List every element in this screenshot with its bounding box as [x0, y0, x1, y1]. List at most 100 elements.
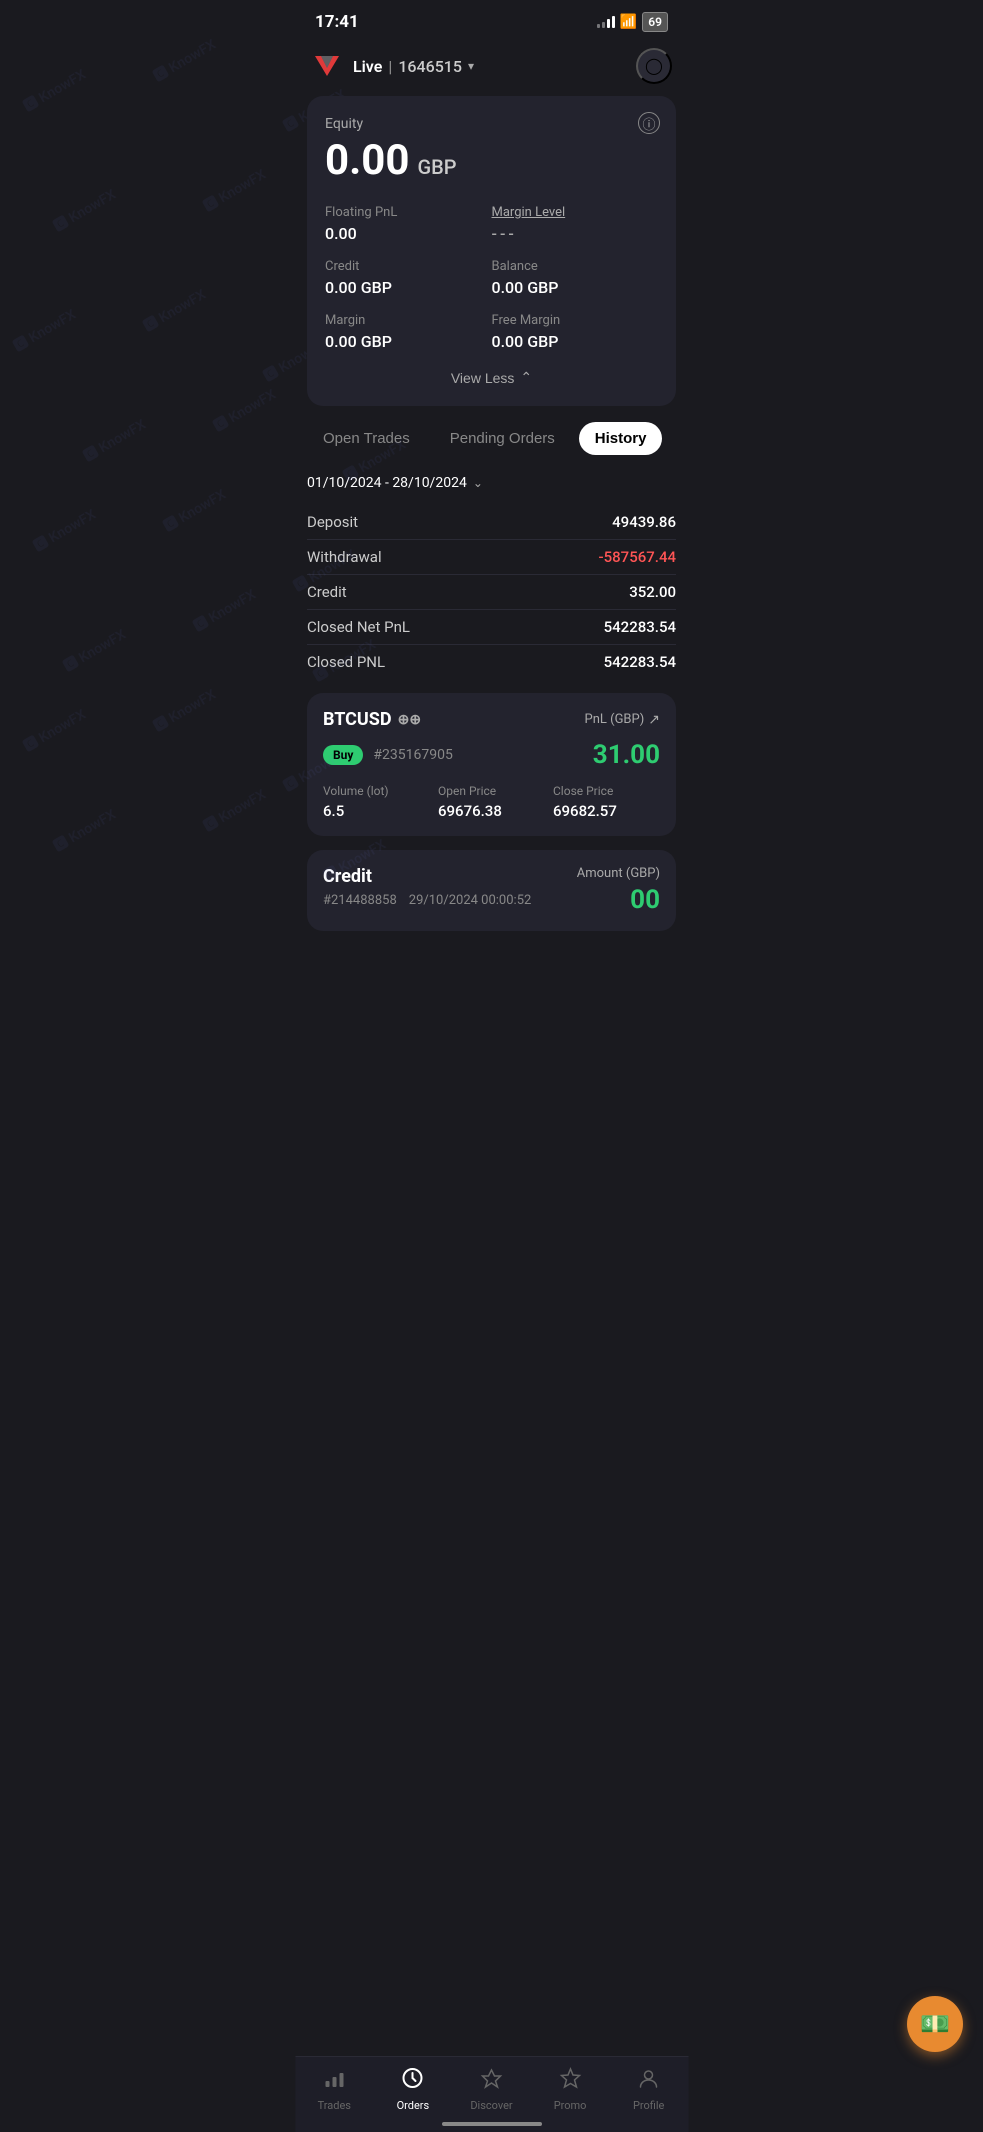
- view-less-label: View Less: [451, 370, 515, 386]
- nav-item-trades[interactable]: Trades: [295, 2067, 374, 2112]
- deposit-label: Deposit: [307, 513, 358, 531]
- stat-row: Withdrawal -587567.44: [307, 540, 676, 575]
- date-range-chevron-icon: ⌄: [473, 476, 483, 490]
- wifi-icon: 📶: [620, 14, 637, 30]
- pnl-value: 31.00: [593, 740, 660, 770]
- credit-order-id: #214488858: [323, 893, 397, 908]
- history-stats: Deposit 49439.86 Withdrawal -587567.44 C…: [295, 505, 688, 679]
- volume-label: Volume (lot): [323, 784, 430, 798]
- orders-nav-label: Orders: [397, 2099, 430, 2112]
- close-price-metric: Close Price 69682.57: [553, 784, 660, 820]
- fab-button[interactable]: 💵: [907, 1996, 963, 2052]
- trades-icon: [323, 2067, 345, 2095]
- trade-metrics: Volume (lot) 6.5 Open Price 69676.38 Clo…: [323, 784, 660, 820]
- profile-icon: [638, 2067, 660, 2095]
- credit-stat-value: 352.00: [629, 583, 676, 601]
- account-info[interactable]: Live | 1646515 ▾: [353, 57, 474, 76]
- floating-pnl-value: 0.00: [325, 224, 492, 243]
- credit-metric: Credit 0.00 GBP: [325, 259, 492, 297]
- volume-value: 6.5: [323, 802, 430, 820]
- battery-indicator: 69: [642, 12, 668, 32]
- close-price-label: Close Price: [553, 784, 660, 798]
- tab-history[interactable]: History: [579, 422, 663, 455]
- margin-label: Margin: [325, 313, 492, 328]
- credit-value: 0.00 GBP: [325, 278, 492, 297]
- trade-header: BTCUSD ⊕⊕ PnL (GBP) ↗: [323, 709, 660, 730]
- stat-row: Deposit 49439.86: [307, 505, 676, 540]
- floating-pnl-label: Floating PnL: [325, 205, 492, 220]
- account-dropdown-icon: ▾: [468, 59, 474, 73]
- brand-logo: [311, 50, 343, 82]
- deposit-icon: 💵: [920, 2010, 950, 2038]
- open-price-label: Open Price: [438, 784, 545, 798]
- buy-badge: Buy: [323, 745, 363, 765]
- nav-item-promo[interactable]: Promo: [531, 2067, 610, 2112]
- camera-button[interactable]: ◯: [636, 48, 672, 84]
- info-icon[interactable]: ⓘ: [638, 112, 660, 134]
- credit-title: Credit: [323, 866, 531, 887]
- free-margin-label: Free Margin: [492, 313, 659, 328]
- profile-nav-label: Profile: [633, 2099, 664, 2112]
- tab-pending-orders[interactable]: Pending Orders: [434, 422, 571, 455]
- equity-currency: GBP: [417, 155, 456, 179]
- discover-icon: [480, 2067, 502, 2095]
- trade-row2: Buy #235167905 31.00: [323, 740, 660, 770]
- credit-amount: 00: [577, 885, 660, 915]
- separator: |: [388, 57, 392, 76]
- margin-level-value: ---: [492, 224, 659, 243]
- deposit-value: 49439.86: [612, 513, 676, 531]
- closed-pnl-label: Closed PNL: [307, 653, 385, 671]
- brand-area: Live | 1646515 ▾: [311, 50, 474, 82]
- status-icons: 📶 69: [597, 12, 668, 32]
- symbol-icon: ⊕⊕: [398, 712, 421, 728]
- promo-nav-label: Promo: [554, 2099, 587, 2112]
- amount-label: Amount (GBP): [577, 866, 660, 881]
- volume-metric: Volume (lot) 6.5: [323, 784, 430, 820]
- margin-value: 0.00 GBP: [325, 332, 492, 351]
- balance-metric: Balance 0.00 GBP: [492, 259, 659, 297]
- equity-label: Equity: [325, 116, 658, 132]
- trade-symbol: BTCUSD ⊕⊕: [323, 709, 421, 730]
- withdrawal-label: Withdrawal: [307, 548, 382, 566]
- balance-value: 0.00 GBP: [492, 278, 659, 297]
- credit-label: Credit: [325, 259, 492, 274]
- open-price-value: 69676.38: [438, 802, 545, 820]
- account-card: ⓘ Equity 0.00 GBP Floating PnL 0.00 Marg…: [307, 96, 676, 406]
- nav-item-orders[interactable]: Orders: [374, 2067, 453, 2112]
- credit-stat-label: Credit: [307, 583, 347, 601]
- margin-metric: Margin 0.00 GBP: [325, 313, 492, 351]
- closed-net-pnl-value: 542283.54: [604, 618, 676, 636]
- status-bar: 17:41 📶 69: [295, 0, 688, 40]
- equity-value: 0.00 GBP: [325, 136, 658, 185]
- view-less-button[interactable]: View Less ⌃: [325, 369, 658, 386]
- metrics-grid: Floating PnL 0.00 Margin Level --- Credi…: [325, 205, 658, 351]
- nav-item-discover[interactable]: Discover: [452, 2067, 531, 2112]
- balance-label: Balance: [492, 259, 659, 274]
- equity-number: 0.00: [325, 136, 409, 185]
- order-number: #235167905: [373, 747, 452, 763]
- pnl-label: PnL (GBP) ↗: [585, 712, 660, 728]
- margin-level-metric: Margin Level ---: [492, 205, 659, 243]
- bottom-nav: Trades Orders Discover Promo: [295, 2056, 688, 2132]
- trades-nav-label: Trades: [318, 2099, 351, 2112]
- share-icon: ↗: [648, 712, 660, 728]
- date-range[interactable]: 01/10/2024 - 28/10/2024 ⌄: [295, 471, 688, 505]
- discover-nav-label: Discover: [470, 2099, 512, 2112]
- live-label: Live: [353, 57, 382, 76]
- credit-entry-card: Credit #214488858 29/10/2024 00:00:52 Am…: [307, 850, 676, 931]
- chevron-up-icon: ⌃: [520, 369, 532, 386]
- camera-icon: ◯: [645, 56, 663, 76]
- close-price-value: 69682.57: [553, 802, 660, 820]
- stat-row: Closed Net PnL 542283.54: [307, 610, 676, 645]
- open-price-metric: Open Price 69676.38: [438, 784, 545, 820]
- free-margin-metric: Free Margin 0.00 GBP: [492, 313, 659, 351]
- credit-date: 29/10/2024 00:00:52: [409, 893, 532, 908]
- status-time: 17:41: [315, 12, 359, 32]
- credit-card-header: Credit #214488858 29/10/2024 00:00:52 Am…: [323, 866, 660, 915]
- tab-open-trades[interactable]: Open Trades: [307, 422, 426, 455]
- floating-pnl-metric: Floating PnL 0.00: [325, 205, 492, 243]
- nav-item-profile[interactable]: Profile: [609, 2067, 688, 2112]
- tabs-row: Open Trades Pending Orders History: [295, 406, 688, 471]
- withdrawal-value: -587567.44: [599, 548, 676, 566]
- date-range-label: 01/10/2024 - 28/10/2024: [307, 475, 467, 491]
